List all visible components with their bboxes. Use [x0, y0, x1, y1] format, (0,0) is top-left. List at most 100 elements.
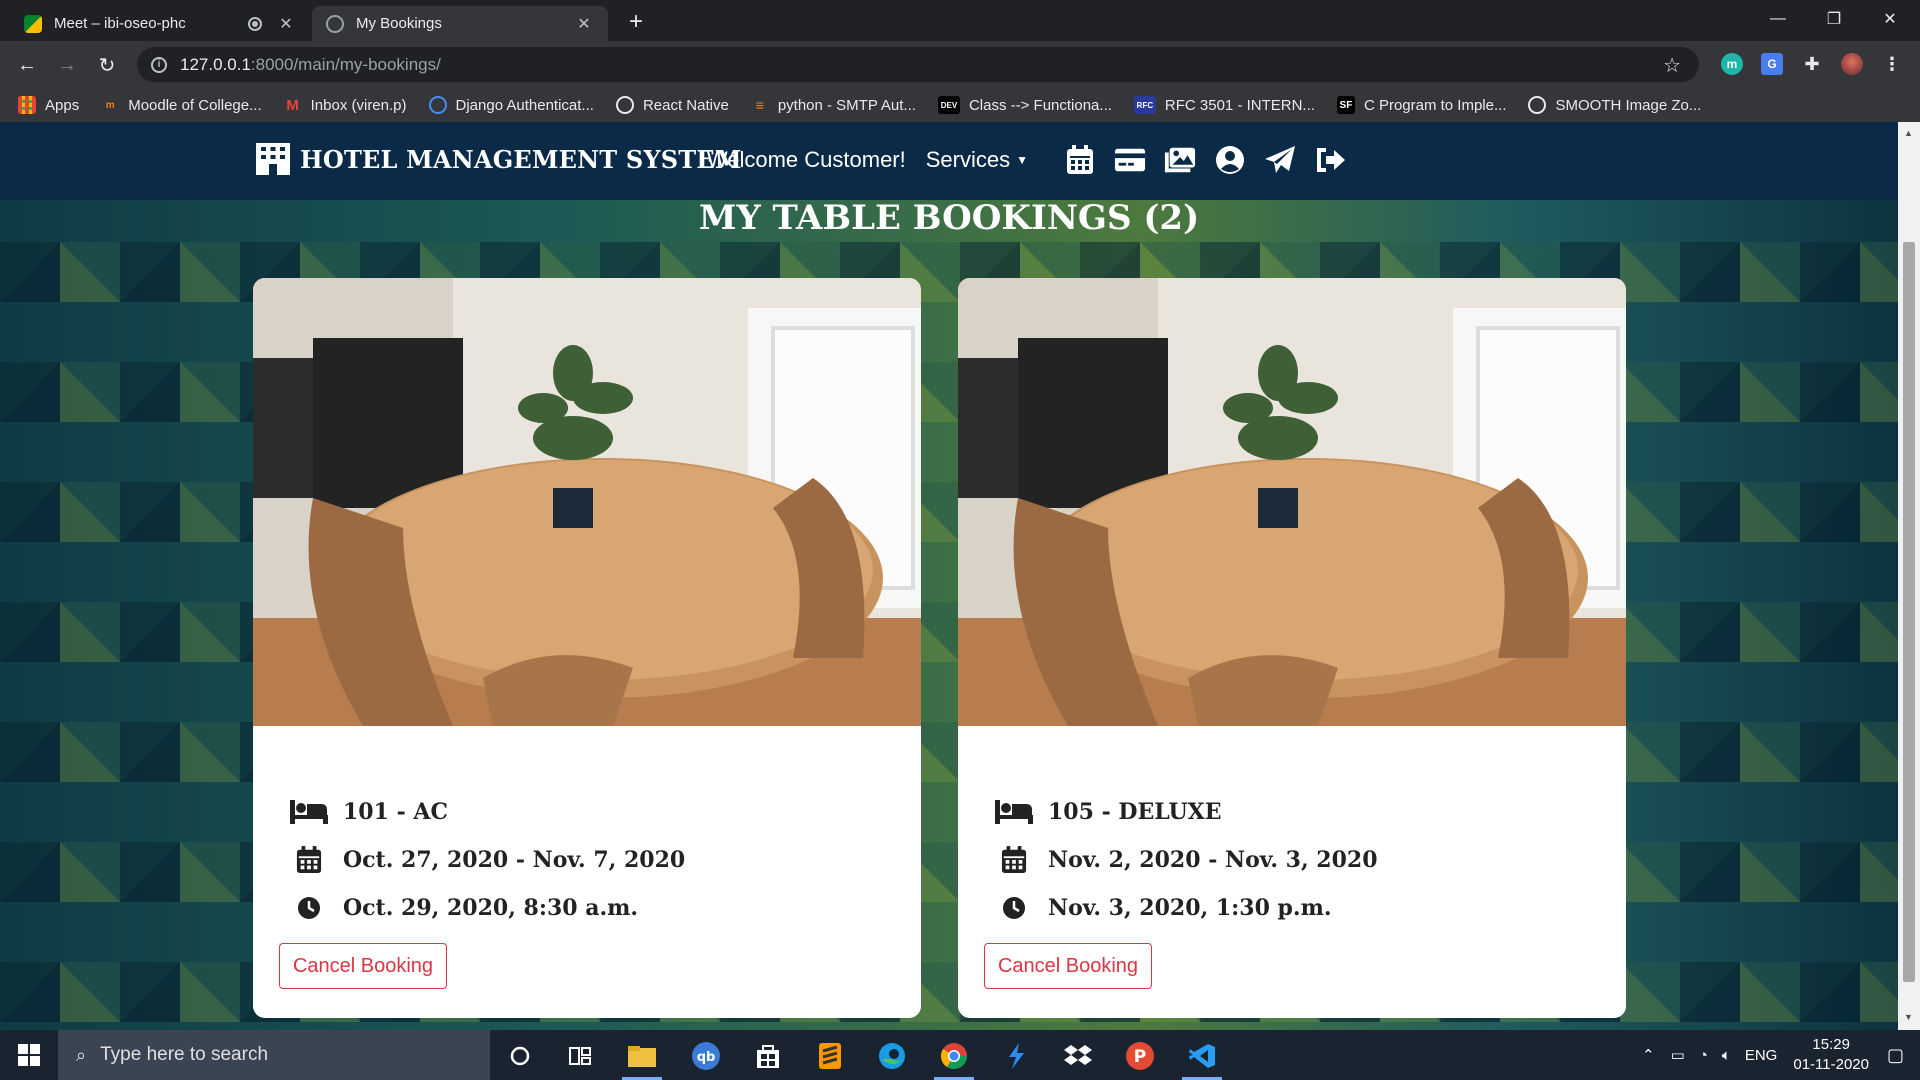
profile-avatar[interactable] — [1841, 53, 1863, 75]
address-bar[interactable]: i 127.0.0.1:8000/main/my-bookings/ ☆ — [137, 47, 1699, 82]
page-scrollbar[interactable]: ▲ ▼ — [1898, 122, 1920, 1030]
scroll-up-icon[interactable]: ▲ — [1904, 128, 1913, 138]
site-brand[interactable]: HOTEL MANAGEMENT SYSTEM — [254, 142, 742, 176]
clock-icon — [289, 894, 329, 922]
cortana-icon[interactable] — [500, 1038, 540, 1074]
sublime-text-icon[interactable] — [810, 1038, 850, 1074]
bookmark-react-native[interactable]: React Native — [615, 96, 729, 114]
task-view-icon[interactable] — [560, 1038, 600, 1074]
chrome-icon[interactable] — [934, 1038, 974, 1080]
page-viewport: HOTEL MANAGEMENT SYSTEM Welcome Customer… — [0, 122, 1898, 1030]
bookmark-label: Moodle of College... — [128, 96, 262, 114]
edge-icon[interactable] — [872, 1038, 912, 1074]
back-button[interactable]: ← — [12, 50, 42, 80]
forward-button[interactable]: → — [52, 50, 82, 80]
globe-icon — [615, 96, 634, 114]
volume-icon[interactable]: 🔈︎ — [1722, 1047, 1731, 1064]
dev-icon: DEV — [937, 96, 960, 114]
file-explorer-icon[interactable] — [622, 1038, 662, 1080]
extensions-puzzle-icon[interactable]: ✚ — [1801, 53, 1823, 75]
tab-meet[interactable]: Meet – ibi-oseo-phc ✕ — [10, 6, 310, 41]
taskbar-search[interactable]: ⌕ Type here to search — [58, 1030, 490, 1080]
bookmarks-bar: Apps m Moodle of College... M Inbox (vir… — [0, 88, 1920, 122]
globe-icon — [1528, 96, 1547, 114]
booking-details: 105 - DELUXE Nov. 2, 2020 - Nov. 3, 2020… — [994, 788, 1606, 932]
url-host: 127.0.0.1 — [180, 54, 251, 74]
minimize-button[interactable]: — — [1750, 0, 1806, 38]
cancel-booking-button[interactable]: Cancel Booking — [984, 943, 1152, 989]
dates-text: Oct. 27, 2020 - Nov. 7, 2020 — [343, 847, 686, 873]
bookmark-label: SMOOTH Image Zo... — [1555, 96, 1702, 114]
windows-start-button[interactable] — [0, 1030, 58, 1080]
booking-card: 101 - AC Oct. 27, 2020 - Nov. 7, 2020 Oc… — [253, 278, 921, 1018]
notifications-icon[interactable]: ▢ — [1887, 1045, 1904, 1066]
bookmark-c-program[interactable]: SF C Program to Imple... — [1336, 96, 1507, 114]
reload-button[interactable]: ↻ — [92, 50, 122, 80]
time-text: Nov. 3, 2020, 1:30 p.m. — [1048, 895, 1332, 921]
svg-text:qb: qb — [697, 1050, 716, 1065]
extension-m-icon[interactable]: m — [1721, 53, 1743, 75]
apps-grid-icon — [18, 96, 36, 114]
battery-icon[interactable]: ▭ — [1671, 1046, 1685, 1064]
wifi-icon[interactable]: ◔ — [1699, 1047, 1708, 1064]
postman-icon[interactable]: P — [1120, 1038, 1160, 1074]
dates-text: Nov. 2, 2020 - Nov. 3, 2020 — [1048, 847, 1378, 873]
stackoverflow-icon: ≡ — [755, 97, 764, 113]
bookmark-gmail[interactable]: M Inbox (viren.p) — [284, 96, 406, 114]
bookmark-smooth-image[interactable]: SMOOTH Image Zo... — [1528, 96, 1701, 114]
services-dropdown[interactable]: Services ▼ — [926, 147, 1028, 173]
time-row: Nov. 3, 2020, 1:30 p.m. — [994, 884, 1606, 932]
bookmark-python-smtp[interactable]: ≡ python - SMTP Aut... — [751, 96, 916, 114]
gallery-icon[interactable] — [1164, 144, 1196, 176]
microsoft-store-icon[interactable] — [748, 1038, 788, 1074]
bookmark-dev-class[interactable]: DEV Class --> Functiona... — [937, 96, 1112, 114]
new-tab-button[interactable]: + — [622, 8, 650, 36]
welcome-text: Welcome Customer! — [706, 147, 906, 172]
booking-card: 105 - DELUXE Nov. 2, 2020 - Nov. 3, 2020… — [958, 278, 1626, 1018]
bookmark-label: C Program to Imple... — [1363, 96, 1507, 114]
language-indicator[interactable]: ENG — [1745, 1047, 1778, 1064]
url-text: 127.0.0.1:8000/main/my-bookings/ — [180, 55, 441, 75]
chevron-up-icon[interactable]: ⌃ — [1642, 1046, 1655, 1064]
sf-icon: SF — [1336, 96, 1355, 114]
logout-icon[interactable] — [1314, 144, 1346, 176]
bookmark-moodle[interactable]: m Moodle of College... — [101, 96, 262, 114]
bookmark-star-icon[interactable]: ☆ — [1663, 53, 1681, 78]
clock-date: 01-11-2020 — [1793, 1056, 1869, 1073]
browser-tab-strip: Meet – ibi-oseo-phc ✕ My Bookings ✕ + — … — [0, 0, 1920, 41]
qbittorrent-icon[interactable]: qb — [686, 1038, 726, 1074]
calendar-icon — [994, 846, 1034, 874]
close-tab-icon[interactable]: ✕ — [574, 14, 594, 34]
scroll-down-icon[interactable]: ▼ — [1904, 1012, 1913, 1022]
clock[interactable]: 15:29 01-11-2020 — [1793, 1035, 1869, 1075]
close-window-button[interactable]: ✕ — [1862, 0, 1918, 38]
dropbox-icon[interactable] — [1058, 1038, 1098, 1074]
bookmark-apps[interactable]: Apps — [18, 96, 79, 114]
menu-kebab-icon[interactable]: ⋮ — [1881, 53, 1903, 75]
user-icon[interactable] — [1214, 144, 1246, 176]
room-text: 101 - AC — [343, 799, 448, 825]
dates-row: Oct. 27, 2020 - Nov. 7, 2020 — [289, 836, 901, 884]
dates-row: Nov. 2, 2020 - Nov. 3, 2020 — [994, 836, 1606, 884]
bookmark-django[interactable]: Django Authenticat... — [428, 96, 594, 114]
booking-details: 101 - AC Oct. 27, 2020 - Nov. 7, 2020 Oc… — [289, 788, 901, 932]
send-icon[interactable] — [1264, 144, 1296, 176]
time-text: Oct. 29, 2020, 8:30 a.m. — [343, 895, 639, 921]
site-info-icon[interactable]: i — [151, 56, 167, 73]
brand-title: HOTEL MANAGEMENT SYSTEM — [300, 144, 742, 174]
search-icon: ⌕ — [76, 1044, 87, 1065]
tab-my-bookings[interactable]: My Bookings ✕ — [312, 6, 608, 41]
vscode-icon[interactable] — [1182, 1038, 1222, 1080]
cancel-booking-button[interactable]: Cancel Booking — [279, 943, 447, 989]
windows-taskbar: ⌕ Type here to search qb P ⌃ ▭ ◔ 🔈︎ ENG … — [0, 1030, 1920, 1080]
time-row: Oct. 29, 2020, 8:30 a.m. — [289, 884, 901, 932]
google-translate-icon[interactable]: G — [1761, 53, 1783, 75]
bookmark-rfc[interactable]: RFC RFC 3501 - INTERN... — [1133, 96, 1315, 114]
electron-app-icon[interactable] — [996, 1038, 1036, 1074]
credit-card-icon[interactable] — [1114, 144, 1146, 176]
calendar-icon[interactable] — [1064, 144, 1096, 176]
restore-button[interactable]: ❐ — [1806, 0, 1862, 38]
scrollbar-thumb[interactable] — [1903, 242, 1915, 982]
recording-icon — [248, 16, 262, 31]
close-tab-icon[interactable]: ✕ — [276, 14, 296, 34]
